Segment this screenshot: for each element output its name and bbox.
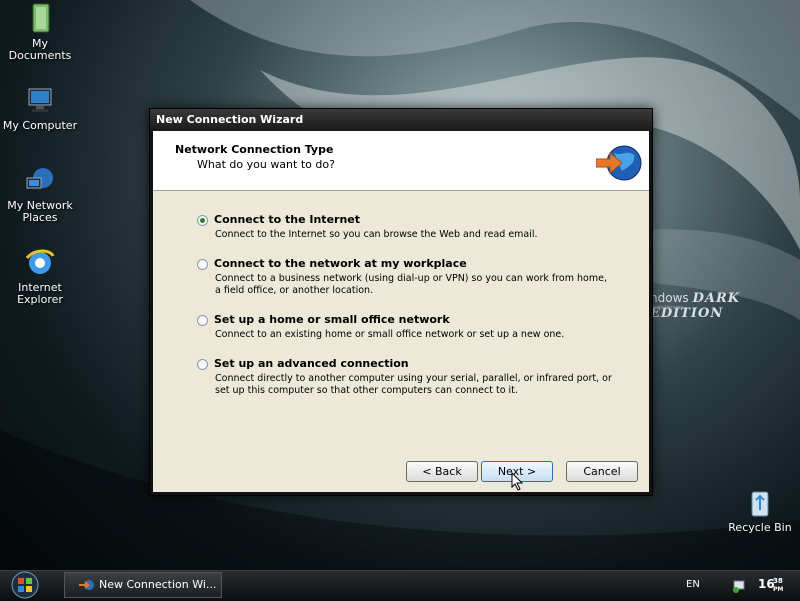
desktop-icon-my-network-places[interactable]: My Network Places	[0, 164, 80, 224]
branding-word: ndows	[650, 291, 689, 305]
desktop-branding: ndows DARK EDITION Ninth Version	[650, 291, 800, 321]
taskbar: New Connection Wi... EN 16 38 PM	[0, 570, 800, 601]
desktop-icon-internet-explorer[interactable]: Internet Explorer	[0, 246, 80, 306]
option-description: Connect to the Internet so you can brows…	[215, 229, 538, 240]
internet-explorer-icon	[25, 249, 55, 274]
new-connection-wizard-window: New Connection Wizard Network Connection…	[149, 108, 653, 496]
desktop-icon-label: My Documents	[8, 37, 72, 62]
header-subtitle: What do you want to do?	[197, 158, 335, 171]
network-status-icon[interactable]	[731, 577, 747, 593]
documents-folder-icon	[32, 3, 50, 33]
clock-ampm: PM	[773, 586, 784, 593]
option-label: Connect to the Internet	[214, 213, 361, 226]
radio-advanced-connection[interactable]	[197, 359, 208, 370]
taskbar-button-new-connection-wizard[interactable]: New Connection Wi...	[64, 572, 222, 598]
cancel-button[interactable]: Cancel	[566, 461, 638, 482]
start-button-orb-icon[interactable]	[8, 570, 42, 600]
desktop-icon-label: My Network Places	[7, 199, 73, 224]
desktop-icon-label: Internet Explorer	[17, 281, 63, 306]
option-description: Connect directly to another computer usi…	[215, 373, 612, 396]
clock-minute: 38	[773, 577, 783, 585]
back-button[interactable]: < Back	[406, 461, 478, 482]
desktop-icon-label: My Computer	[2, 119, 78, 132]
window-title: New Connection Wizard	[156, 113, 304, 126]
network-wizard-icon	[79, 580, 94, 590]
radio-connect-internet[interactable]	[197, 215, 208, 226]
option-description: Connect to a business network (using dia…	[215, 273, 607, 296]
clock[interactable]: 16 38 PM	[758, 577, 783, 593]
language-indicator[interactable]: EN	[686, 579, 700, 590]
network-places-icon	[26, 168, 53, 189]
taskbar-button-label: New Connection Wi...	[99, 578, 217, 591]
wizard-client-area: Network Connection Type What do you want…	[153, 131, 649, 492]
wizard-header: Network Connection Type What do you want…	[153, 131, 649, 191]
network-globe-arrow-icon	[596, 145, 642, 181]
desktop-icon-my-documents[interactable]: My Documents	[0, 2, 80, 62]
option-description: Connect to an existing home or small off…	[215, 329, 565, 340]
recycle-bin-icon	[751, 491, 769, 517]
option-label: Set up an advanced connection	[214, 357, 409, 370]
desktop-icon-label: Recycle Bin	[728, 521, 792, 534]
radio-connect-workplace[interactable]	[197, 259, 208, 270]
header-title: Network Connection Type	[175, 143, 334, 156]
desktop-icon-recycle-bin[interactable]: Recycle Bin	[720, 486, 800, 534]
computer-icon	[28, 88, 52, 112]
window-title-bar[interactable]: New Connection Wizard	[150, 109, 652, 131]
radio-home-network[interactable]	[197, 315, 208, 326]
option-label: Connect to the network at my workplace	[214, 257, 467, 270]
mouse-cursor-icon	[511, 472, 524, 491]
desktop-icon-my-computer[interactable]: My Computer	[0, 84, 80, 132]
branding-sub: Ninth Version	[650, 305, 684, 311]
option-label: Set up a home or small office network	[214, 313, 450, 326]
